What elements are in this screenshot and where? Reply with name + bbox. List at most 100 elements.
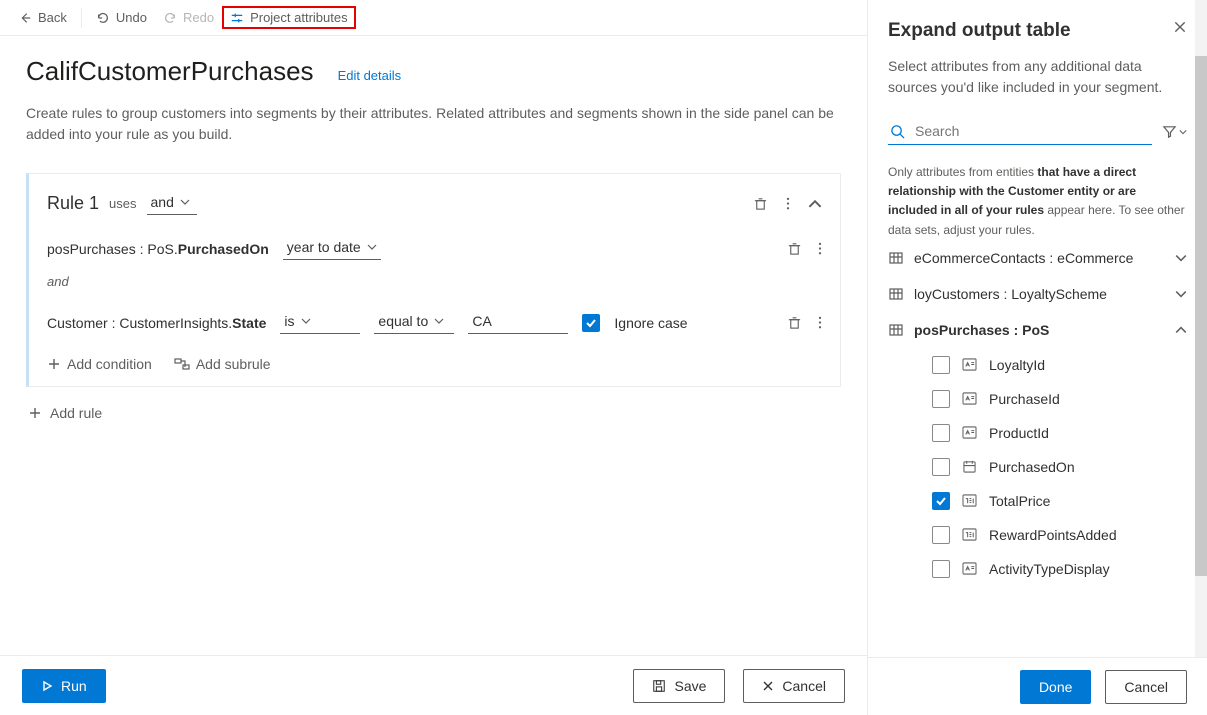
attribute-checkbox[interactable] xyxy=(932,458,950,476)
chevron-down-icon xyxy=(180,197,190,207)
add-rule-button[interactable]: Add rule xyxy=(26,405,841,421)
add-subrule-button[interactable]: Add subrule xyxy=(174,356,271,372)
undo-label: Undo xyxy=(116,10,147,25)
attribute-label: ActivityTypeDisplay xyxy=(989,561,1110,577)
attribute-checkbox[interactable] xyxy=(932,356,950,374)
play-icon xyxy=(41,680,53,692)
attribute-label: ProductId xyxy=(989,425,1049,441)
page-footer: Run Save Cancel xyxy=(0,655,867,715)
attribute-checkbox[interactable] xyxy=(932,390,950,408)
panel-search-box[interactable] xyxy=(888,118,1152,145)
attribute-row[interactable]: LoyaltyId xyxy=(888,348,1187,382)
plus-icon xyxy=(47,357,61,371)
panel-title: Expand output table xyxy=(888,20,1071,42)
attribute-label: PurchasedOn xyxy=(989,459,1075,475)
search-icon xyxy=(890,124,905,139)
undo-button[interactable]: Undo xyxy=(88,6,155,29)
panel-search-input[interactable] xyxy=(913,122,1150,140)
undo-icon xyxy=(96,11,110,25)
rule-uses-label: uses xyxy=(109,196,136,211)
run-button[interactable]: Run xyxy=(22,669,106,703)
condition-row: posPurchases : PoS.PurchasedOn year to d… xyxy=(47,237,822,260)
condition-more-button[interactable] xyxy=(818,315,822,330)
save-button[interactable]: Save xyxy=(633,669,725,703)
condition-attribute: Customer : CustomerInsights.State xyxy=(47,315,266,331)
panel-subtitle: Select attributes from any additional da… xyxy=(888,56,1187,98)
edit-details-link[interactable]: Edit details xyxy=(338,68,402,83)
attribute-row[interactable]: PurchaseId xyxy=(888,382,1187,416)
chevron-down-icon xyxy=(367,242,377,252)
attribute-checkbox[interactable] xyxy=(932,560,950,578)
rule-operator-dropdown[interactable]: and xyxy=(147,192,197,215)
back-button[interactable]: Back xyxy=(10,6,75,29)
condition-joiner: and xyxy=(47,274,822,289)
delete-rule-button[interactable] xyxy=(753,196,768,211)
type-icon xyxy=(962,562,977,575)
collapse-rule-button[interactable] xyxy=(808,197,822,211)
type-icon xyxy=(962,460,977,473)
condition-value-input[interactable]: CA xyxy=(468,311,568,334)
arrow-left-icon xyxy=(18,11,32,25)
panel-scroll-thumb[interactable] xyxy=(1195,56,1207,576)
attribute-checkbox[interactable] xyxy=(932,526,950,544)
cancel-button[interactable]: Cancel xyxy=(743,669,845,703)
table-icon xyxy=(888,250,904,266)
panel-cancel-button[interactable]: Cancel xyxy=(1105,670,1187,704)
attribute-checkbox[interactable] xyxy=(932,492,950,510)
condition-operator1-dropdown[interactable]: is xyxy=(280,311,360,334)
back-label: Back xyxy=(38,10,67,25)
panel-scrollbar[interactable] xyxy=(1195,0,1207,657)
condition-more-button[interactable] xyxy=(818,241,822,256)
chevron-down-icon xyxy=(1179,128,1187,136)
filter-icon xyxy=(1162,124,1177,139)
attribute-row[interactable]: RewardPointsAdded xyxy=(888,518,1187,552)
condition-attribute: posPurchases : PoS.PurchasedOn xyxy=(47,241,269,257)
attribute-row[interactable]: PurchasedOn xyxy=(888,450,1187,484)
type-icon xyxy=(962,358,977,371)
attribute-row[interactable]: ActivityTypeDisplay xyxy=(888,552,1187,586)
attribute-label: LoyaltyId xyxy=(989,357,1045,373)
condition-operator2-dropdown[interactable]: equal to xyxy=(374,311,454,334)
entity-row[interactable]: posPurchases : PoS xyxy=(888,312,1187,348)
plus-icon xyxy=(28,406,42,420)
redo-button[interactable]: Redo xyxy=(155,6,222,29)
attribute-label: PurchaseId xyxy=(989,391,1060,407)
rule-more-button[interactable] xyxy=(786,196,790,211)
condition-row: Customer : CustomerInsights.State is equ… xyxy=(47,311,822,334)
chevron-down-icon xyxy=(434,316,444,326)
project-attributes-button[interactable]: Project attributes xyxy=(222,6,356,29)
panel-filter-button[interactable] xyxy=(1162,124,1187,139)
attribute-row[interactable]: TotalPrice xyxy=(888,484,1187,518)
save-icon xyxy=(652,679,666,693)
panel-done-button[interactable]: Done xyxy=(1020,670,1091,704)
chevron-icon xyxy=(1175,324,1187,336)
table-icon xyxy=(888,322,904,338)
attribute-checkbox[interactable] xyxy=(932,424,950,442)
close-icon xyxy=(762,680,774,692)
project-attributes-label: Project attributes xyxy=(250,10,348,25)
attribute-label: RewardPointsAdded xyxy=(989,527,1117,543)
add-condition-button[interactable]: Add condition xyxy=(47,356,152,372)
type-icon xyxy=(962,392,977,405)
subrule-icon xyxy=(174,357,190,371)
page-description: Create rules to group customers into seg… xyxy=(26,103,841,145)
delete-condition-button[interactable] xyxy=(787,241,802,256)
main-content: CalifCustomerPurchases Edit details Crea… xyxy=(0,36,867,655)
rule-card: Rule 1 uses and posPurchases : xyxy=(26,173,841,387)
delete-condition-button[interactable] xyxy=(787,315,802,330)
panel-close-button[interactable] xyxy=(1173,20,1187,34)
attribute-label: TotalPrice xyxy=(989,493,1050,509)
entity-row[interactable]: eCommerceContacts : eCommerce xyxy=(888,240,1187,276)
condition-operator-dropdown[interactable]: year to date xyxy=(283,237,381,260)
ignore-case-label: Ignore case xyxy=(614,315,687,331)
page-title: CalifCustomerPurchases xyxy=(26,56,314,87)
attribute-row[interactable]: ProductId xyxy=(888,416,1187,450)
project-attributes-icon xyxy=(230,11,244,25)
chevron-icon xyxy=(1175,288,1187,300)
entity-row[interactable]: loyCustomers : LoyaltyScheme xyxy=(888,276,1187,312)
rule-name: Rule 1 xyxy=(47,193,99,214)
redo-label: Redo xyxy=(183,10,214,25)
ignore-case-checkbox[interactable] xyxy=(582,314,600,332)
table-icon xyxy=(888,286,904,302)
side-panel: Expand output table Select attributes fr… xyxy=(867,0,1207,715)
